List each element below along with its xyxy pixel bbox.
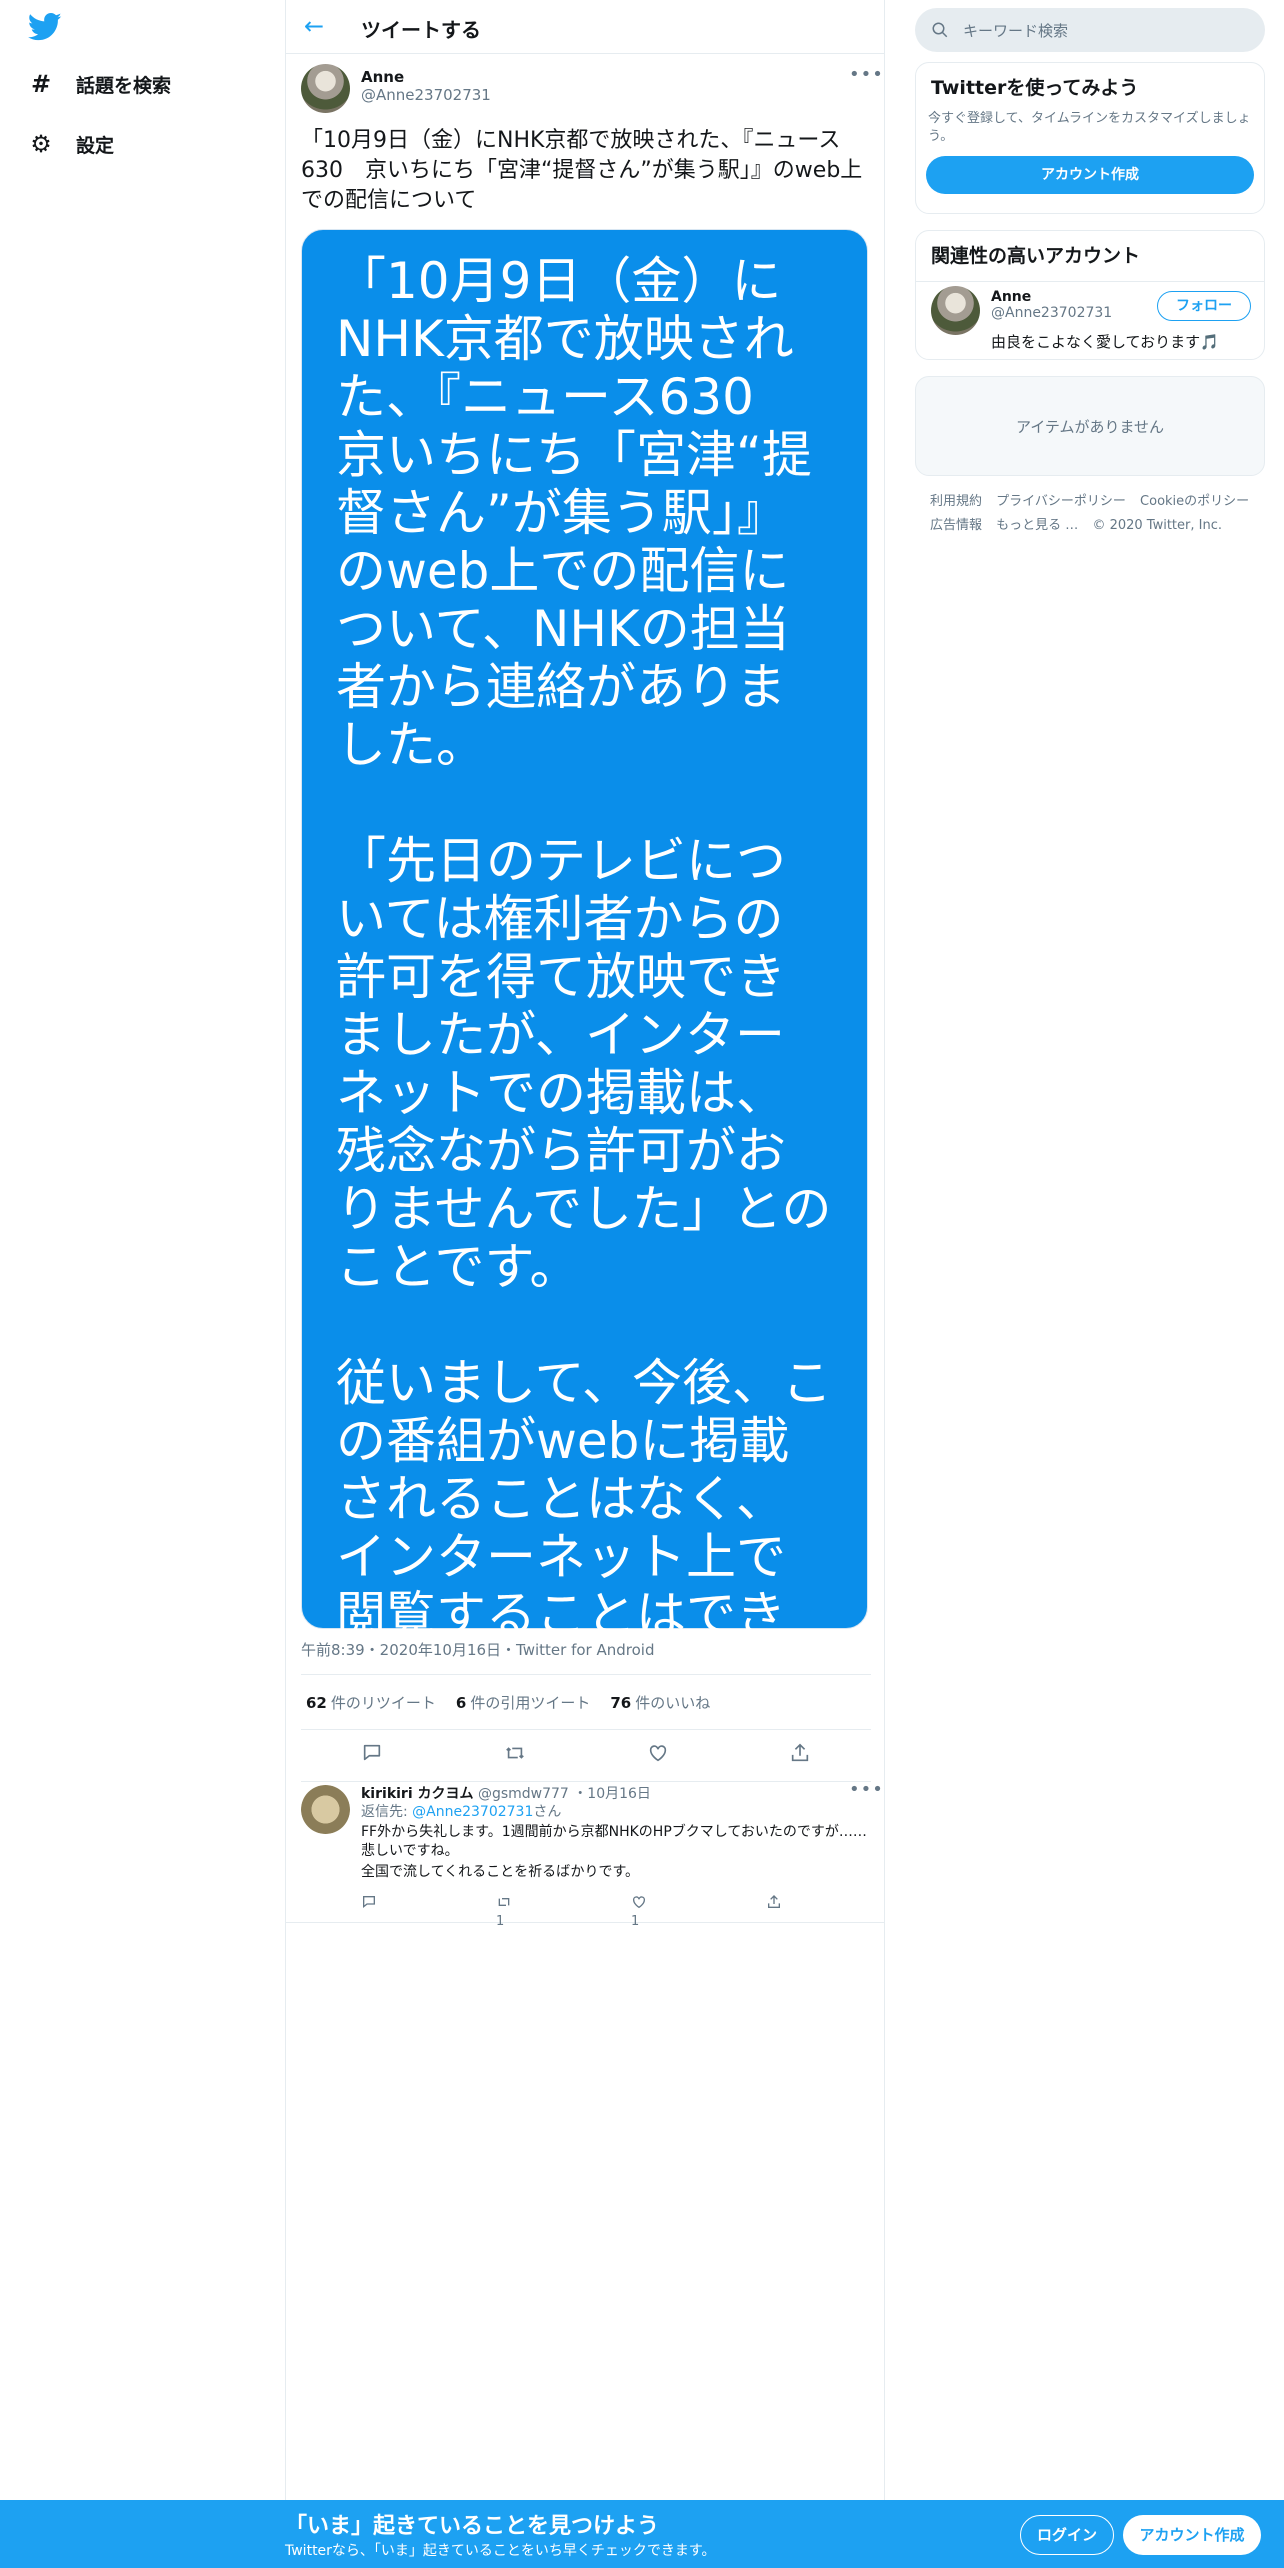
nav-settings[interactable]: ⚙ 設定	[28, 130, 114, 158]
reply-avatar[interactable]	[301, 1785, 350, 1834]
bottom-subtitle: Twitterなら、「いま」起きていることをいち早くチェックできます。	[285, 2543, 716, 2559]
nav-explore[interactable]: # 話題を検索	[28, 70, 171, 98]
back-arrow-icon[interactable]: ←	[304, 12, 324, 40]
image-paragraph-1: 「10月9日（金）にNHK京都で放映された、『ニュース630 京いちにち「宮津“…	[336, 252, 812, 774]
signup-panel: Twitterを使ってみよう 今すぐ登録して、タイムラインをカスタマイズしましょ…	[915, 62, 1265, 214]
main-column: ← ツイートする Anne @Anne23702731 ••• 「10月9日（金…	[285, 0, 885, 2500]
reply-text-1: FF外から失礼します。1週間前から京都NHKのHPブクマしておいたのですが…… …	[361, 1824, 881, 1859]
retweet-count: 62	[306, 1693, 327, 1712]
reply-date[interactable]: ・10月16日	[573, 1786, 651, 1802]
reply-retweet-icon	[498, 1898, 510, 1906]
footer-more[interactable]: もっと見る …	[996, 518, 1078, 533]
reply-to-line: 返信先: @Anne23702731さん	[361, 1803, 561, 1822]
retweet-count-link[interactable]: 62 件のリツイート	[306, 1692, 436, 1713]
search-box[interactable]: キーワード検索	[915, 8, 1265, 52]
retweet-icon[interactable]	[503, 1742, 527, 1769]
reply-retweet-count: 1	[496, 1914, 505, 1929]
hashtag-icon: #	[30, 70, 52, 98]
signup-description: 今すぐ登録して、タイムラインをカスタマイズしましょう。	[928, 111, 1251, 144]
reply-header: kirikiri カクヨム @gsmdw777 ・10月16日	[361, 1783, 651, 1803]
reply-to-suffix: さん	[533, 1804, 562, 1820]
tweet-stats: 62 件のリツイート 6 件の引用ツイート 76 件のいいね	[301, 1674, 871, 1730]
signup-title: Twitterを使ってみよう	[931, 77, 1139, 99]
footer-ads[interactable]: 広告情報	[930, 518, 982, 533]
reply-actions: 1 1	[361, 1894, 901, 1929]
twitter-logo-icon[interactable]	[28, 12, 62, 42]
tweet-author[interactable]: Anne @Anne23702731	[361, 68, 491, 104]
share-icon[interactable]	[789, 1742, 811, 1769]
like-icon[interactable]	[647, 1742, 669, 1769]
more-icon[interactable]: •••	[849, 64, 884, 85]
nav-settings-label: 設定	[76, 134, 115, 157]
tweet-text: 「10月9日（金）にNHK京都で放映された、『ニュース630 京いちにち「宮津“…	[301, 128, 863, 213]
reply-share-icon[interactable]	[766, 1894, 901, 1929]
reply-retweet-button[interactable]: 1	[496, 1894, 631, 1929]
gear-icon: ⚙	[30, 130, 52, 158]
reply-author-handle: @gsmdw777	[477, 1786, 569, 1802]
quote-count: 6	[455, 1693, 467, 1712]
reply-tweet[interactable]: kirikiri カクヨム @gsmdw777 ・10月16日 ••• 返信先:…	[286, 1773, 884, 1929]
avatar[interactable]	[301, 64, 350, 113]
create-account-button[interactable]: アカウント作成	[926, 156, 1254, 194]
like-count-label: 件のいいね	[635, 1693, 711, 1712]
reply-author-name[interactable]: kirikiri カクヨム	[361, 1786, 474, 1802]
left-nav: # 話題を検索 ⚙ 設定	[0, 0, 285, 2500]
login-button[interactable]: ログイン	[1020, 2515, 1114, 2555]
author-handle: @Anne23702731	[361, 86, 491, 104]
related-name: Anne	[991, 289, 1032, 305]
related-bio: 由良をこよなく愛しております🎵	[991, 333, 1219, 351]
reply-to-prefix: 返信先:	[361, 1804, 413, 1820]
search-icon	[932, 22, 948, 38]
related-account[interactable]: Anne @Anne23702731	[991, 289, 1112, 321]
footer-cookie[interactable]: Cookieのポリシー	[1140, 494, 1249, 509]
nav-explore-label: 話題を検索	[76, 74, 172, 97]
like-count: 76	[610, 1693, 632, 1712]
footer-copyright: © 2020 Twitter, Inc.	[1092, 518, 1222, 533]
follow-button[interactable]: フォロー	[1157, 291, 1251, 321]
like-count-link[interactable]: 76 件のいいね	[610, 1692, 710, 1713]
footer-privacy[interactable]: プライバシーポリシー	[996, 494, 1126, 509]
reply-to-handle[interactable]: @Anne23702731	[412, 1804, 533, 1820]
reply-like-icon	[633, 1896, 645, 1909]
reply-like-button[interactable]: 1	[631, 1894, 766, 1929]
image-paragraph-2: 「先日のテレビについては権利者からの許可を得て放映できましたが、インターネットで…	[336, 832, 832, 1296]
quote-count-link[interactable]: 6 件の引用ツイート	[456, 1692, 590, 1713]
trends-panel: アイテムがありません	[915, 376, 1265, 476]
reply-more-icon[interactable]: •••	[849, 1779, 884, 1800]
reply-reply-icon[interactable]	[361, 1894, 496, 1929]
page-title: ツイートする	[361, 18, 481, 42]
retweet-count-label: 件のリツイート	[330, 1693, 436, 1712]
tweet-meta[interactable]: 午前8:39・2020年10月16日・Twitter for Android	[301, 1639, 654, 1660]
bottom-signup-bar: 「いま」起きていることを見つけよう Twitterなら、「いま」起きていることを…	[0, 2500, 1284, 2568]
tweet-image[interactable]: 「10月9日（金）にNHK京都で放映された、『ニュース630 京いちにち「宮津“…	[301, 229, 868, 1702]
related-avatar[interactable]	[931, 286, 980, 335]
footer-terms[interactable]: 利用規約	[930, 494, 982, 509]
related-handle: @Anne23702731	[991, 305, 1113, 321]
footer-links: 利用規約 プライバシーポリシー Cookieのポリシー 広告情報 もっと見る ……	[930, 490, 1260, 538]
search-input[interactable]: キーワード検索	[963, 20, 1068, 41]
reply-like-count: 1	[631, 1914, 640, 1929]
quote-count-label: 件の引用ツイート	[470, 1693, 591, 1712]
reply-text-2: 全国で流してくれることを祈るばかりです。	[361, 1864, 640, 1880]
related-title: 関連性の高いアカウント	[931, 245, 1141, 267]
reply-icon[interactable]	[361, 1742, 383, 1769]
related-accounts-panel: 関連性の高いアカウント Anne @Anne23702731 フォロー 由良をこ…	[915, 230, 1265, 360]
author-name: Anne	[361, 68, 405, 86]
related-divider	[916, 281, 1264, 282]
trends-empty: アイテムがありません	[1015, 417, 1165, 436]
bottom-title: 「いま」起きていることを見つけよう	[285, 2514, 660, 2539]
signup-button[interactable]: アカウント作成	[1123, 2515, 1261, 2555]
page-header: ← ツイートする	[286, 0, 884, 54]
